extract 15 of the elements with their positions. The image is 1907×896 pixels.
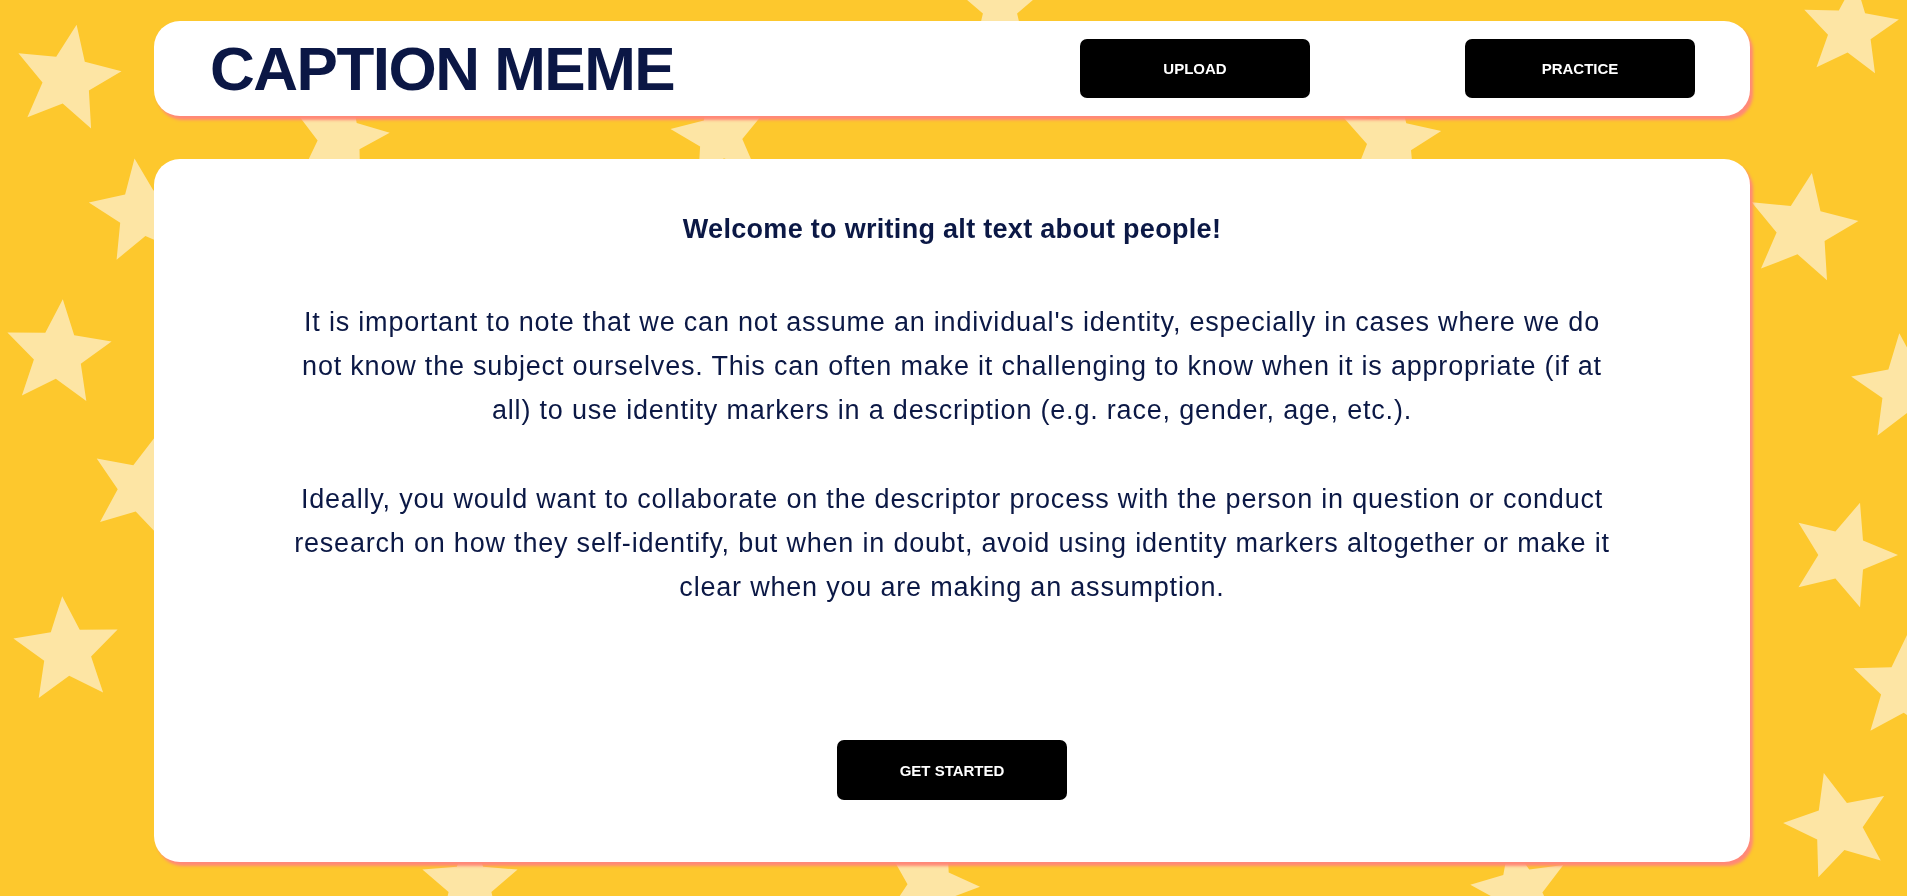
star-icon	[18, 24, 122, 129]
star-icon	[1851, 333, 1907, 436]
star-icon	[1783, 772, 1885, 878]
intro-paragraph: It is important to note that we can not assume an individual's identity, especially in cases where we do not know the subject ourselves. This can often make it challenging to know when it is appropriate (if at all) to use identity markers in a description (e.g. race, gender, age, etc.).	[301, 306, 1603, 427]
star-icon	[13, 596, 118, 699]
star-icon	[1751, 172, 1859, 281]
star-icon	[7, 299, 112, 402]
intro-paragraph: Ideally, you would want to collaborate on the descriptor process with the person in question or conduct research on how they self-identify, but when in doubt, avoid using identity markers altogether or make it clear when you are making an assumption.	[293, 483, 1611, 604]
star-icon	[1798, 502, 1898, 608]
nav-button[interactable]: UPLOAD	[1080, 39, 1310, 98]
site-logo: CAPTION MEME	[210, 37, 675, 100]
intro-heading: Welcome to writing alt text about people!	[682, 213, 1222, 246]
star-icon	[1804, 0, 1899, 74]
nav-button[interactable]: PRACTICE	[1465, 39, 1695, 98]
get-started-button[interactable]: GET STARTED	[837, 740, 1067, 800]
